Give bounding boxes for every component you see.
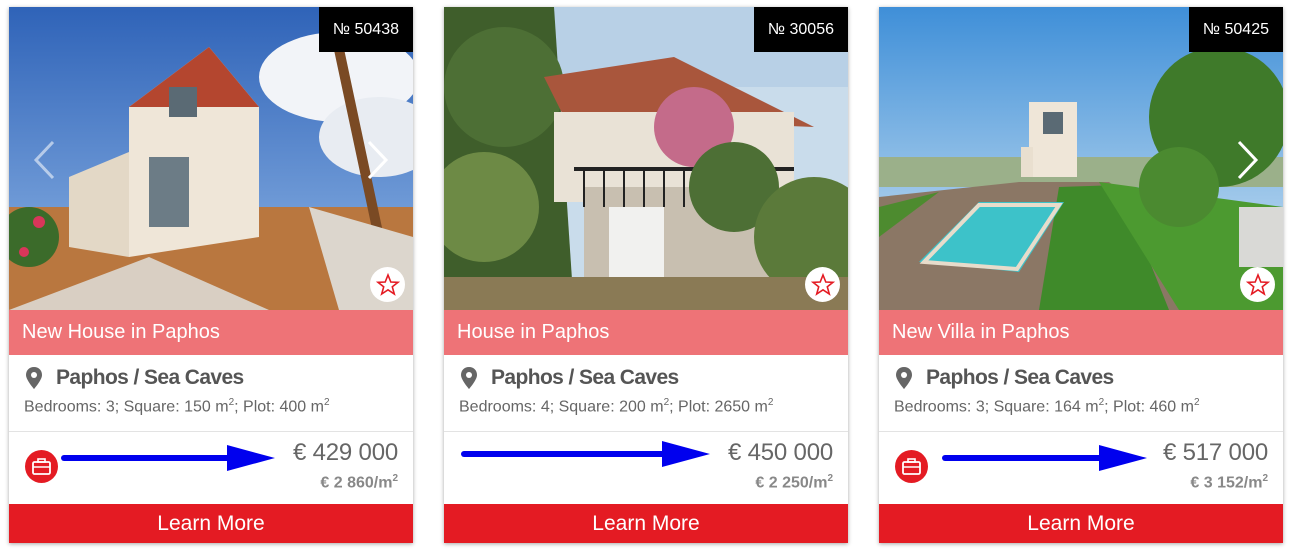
arrow-icon <box>61 445 275 471</box>
chevron-left-icon[interactable] <box>33 140 55 180</box>
map-pin-icon <box>896 367 912 389</box>
listing-number-badge: № 30056 <box>753 7 848 52</box>
favorite-button[interactable] <box>370 267 405 302</box>
property-card: № 50438 New House in Paphos Paphos / Sea… <box>9 7 413 543</box>
divider <box>444 431 848 432</box>
property-specs: Bedrooms: 4; Square: 200 m2; Plot: 2650 … <box>459 397 774 416</box>
learn-more-button[interactable]: Learn More <box>879 504 1283 543</box>
property-title[interactable]: House in Paphos <box>444 310 848 355</box>
arrow-icon <box>461 441 710 467</box>
property-card: № 30056 House in Paphos Paphos / Sea Cav… <box>444 7 848 543</box>
learn-more-button[interactable]: Learn More <box>444 504 848 543</box>
divider <box>9 431 413 432</box>
villa-photo-image <box>879 7 1283 310</box>
house-photo-image <box>444 7 848 310</box>
location-text: Paphos / Sea Caves <box>56 366 244 389</box>
star-icon <box>1245 272 1270 296</box>
property-card: № 50425 New Villa in Paphos Paphos / Sea… <box>879 7 1283 543</box>
price: € 450 000 <box>728 439 833 466</box>
star-icon <box>810 272 835 296</box>
property-photo[interactable]: № 30056 <box>444 7 848 310</box>
location-row: Paphos / Sea Caves <box>895 362 1114 394</box>
property-photo[interactable]: № 50425 <box>879 7 1283 310</box>
map-pin-icon <box>461 367 477 389</box>
price-per-sqm: € 3 152/m2 <box>1190 473 1268 492</box>
location-text: Paphos / Sea Caves <box>491 366 679 389</box>
chevron-right-icon[interactable] <box>1237 140 1259 180</box>
arrow-icon <box>942 445 1147 471</box>
location-text: Paphos / Sea Caves <box>926 366 1114 389</box>
listing-number-badge: № 50425 <box>1188 7 1283 52</box>
listing-number-badge: № 50438 <box>318 7 413 52</box>
property-specs: Bedrooms: 3; Square: 150 m2; Plot: 400 m… <box>24 397 330 416</box>
star-icon <box>375 272 400 296</box>
property-title[interactable]: New Villa in Paphos <box>879 310 1283 355</box>
price-per-sqm: € 2 860/m2 <box>320 473 398 492</box>
property-photo[interactable]: № 50438 <box>9 7 413 310</box>
learn-more-button[interactable]: Learn More <box>9 504 413 543</box>
map-pin-icon <box>26 367 42 389</box>
divider <box>879 431 1283 432</box>
property-title[interactable]: New House in Paphos <box>9 310 413 355</box>
property-specs: Bedrooms: 3; Square: 164 m2; Plot: 460 m… <box>894 397 1200 416</box>
location-row: Paphos / Sea Caves <box>25 362 244 394</box>
price: € 517 000 <box>1163 439 1268 466</box>
chevron-right-icon[interactable] <box>367 140 389 180</box>
price-per-sqm: € 2 250/m2 <box>755 473 833 492</box>
house-photo-image <box>9 7 413 310</box>
briefcase-icon <box>895 450 928 483</box>
favorite-button[interactable] <box>1240 267 1275 302</box>
location-row: Paphos / Sea Caves <box>460 362 679 394</box>
favorite-button[interactable] <box>805 267 840 302</box>
price: € 429 000 <box>293 439 398 466</box>
briefcase-icon <box>25 450 58 483</box>
